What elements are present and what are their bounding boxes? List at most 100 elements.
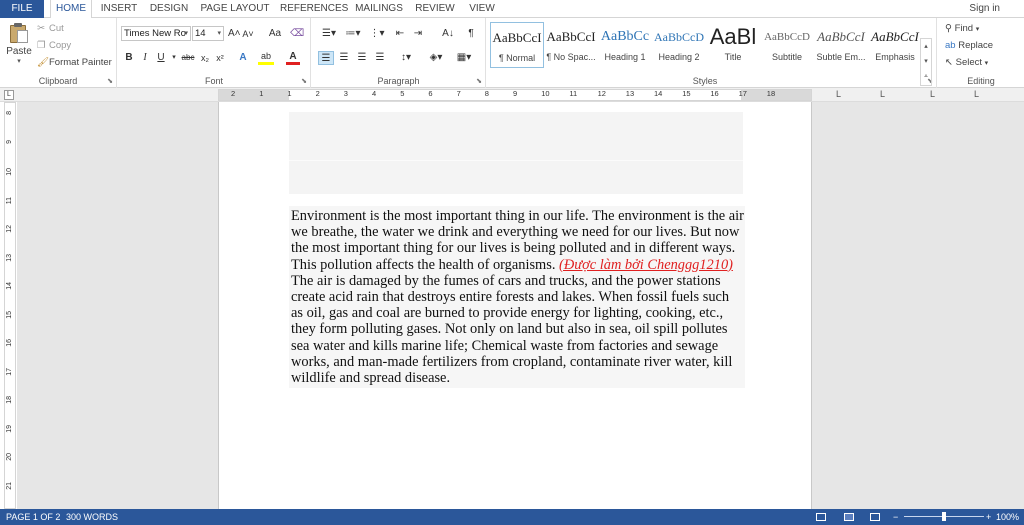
shrink-font-button[interactable]: A˅	[242, 27, 254, 41]
vertical-ruler[interactable]: 8 9 10 11 12 13 14 15 16 17 18 19 20 21	[4, 102, 16, 509]
tabstop-marker: L	[836, 89, 842, 99]
vertical-ruler-number: 13	[6, 253, 13, 262]
style-subtle-emphasis[interactable]: AaBbCcI Subtle Em...	[814, 22, 868, 68]
tab-design[interactable]: DESIGN	[148, 0, 190, 18]
cut-button[interactable]: ✂ Cut	[37, 23, 64, 34]
subscript-button[interactable]: x₂	[199, 51, 211, 65]
zoom-level[interactable]: 100%	[996, 509, 1019, 525]
vertical-ruler-number: 11	[6, 196, 13, 204]
ribbon: Paste ▾ ✂ Cut ❐ Copy 🖌Format Painter Clipb…	[0, 18, 1024, 88]
ruler-number: 18	[766, 89, 776, 98]
ruler-number: 11	[569, 89, 578, 98]
tab-review[interactable]: REVIEW	[414, 0, 456, 18]
more-styles-icon[interactable]: ⩡	[921, 69, 931, 84]
tab-view[interactable]: VIEW	[464, 0, 500, 18]
zoom-slider[interactable]	[904, 512, 984, 521]
clipboard-launcher-icon[interactable]: ⬊	[107, 77, 113, 85]
tab-file[interactable]: FILE	[0, 0, 44, 18]
style-normal[interactable]: AaBbCcI ¶ Normal	[490, 22, 544, 68]
sign-in-link[interactable]: Sign in	[969, 0, 1000, 18]
tab-references[interactable]: REFERENCES	[280, 0, 348, 18]
web-layout-icon[interactable]	[870, 513, 880, 521]
vertical-ruler-number: 8	[6, 111, 13, 115]
zoom-in-button[interactable]: +	[986, 509, 991, 525]
font-launcher-icon[interactable]: ⬊	[301, 77, 307, 85]
tab-insert[interactable]: INSERT	[98, 0, 140, 18]
ruler-number: 17	[738, 89, 747, 98]
superscript-button[interactable]: x²	[214, 51, 226, 65]
tab-selector[interactable]: L	[4, 90, 14, 100]
borders-button[interactable]: ▦▾	[452, 51, 476, 65]
bullets-button[interactable]: ☰▾	[318, 27, 340, 41]
italic-button[interactable]: I	[139, 51, 151, 65]
styles-group-label: Styles	[692, 76, 718, 86]
font-name-combobox[interactable]: Times New Ro ▾	[121, 26, 191, 41]
multilevel-list-button[interactable]: ⋮▾	[366, 27, 388, 41]
horizontal-ruler[interactable]: 2 1 1 2 3 4 5 6 7 8 9 10 11 12 13 14 15 16 17 18	[218, 89, 812, 101]
select-button[interactable]: ↖ Select ▾	[945, 57, 988, 68]
ruler-row: L 2 1 1 2 3 4 5 6 7 8 9 10 11 12 13 14 15 16 17 18 L L L L	[0, 88, 1024, 102]
font-color-button[interactable]: A	[286, 51, 300, 65]
ruler-number: 5	[400, 89, 405, 98]
find-button[interactable]: ⚲ Find ▾	[945, 23, 979, 34]
ruler-number: 15	[682, 89, 691, 98]
highlight-color-button[interactable]: ab	[258, 51, 274, 65]
replace-button[interactable]: ab Replace	[945, 40, 993, 51]
clear-formatting-icon[interactable]: ⌫	[290, 27, 304, 41]
copy-button[interactable]: ❐ Copy	[37, 40, 71, 51]
ruler-number: 4	[372, 89, 377, 98]
text-effects-button[interactable]: A	[236, 51, 250, 65]
numbering-button[interactable]: ≔▾	[342, 27, 364, 41]
zoom-out-button[interactable]: −	[893, 509, 898, 525]
font-size-combobox[interactable]: 14 ▾	[192, 26, 224, 41]
tabstop-marker: L	[974, 89, 980, 99]
tab-page-layout[interactable]: PAGE LAYOUT	[200, 0, 270, 18]
replace-icon: ab	[945, 40, 956, 51]
chevron-down-icon[interactable]: ▾	[921, 54, 931, 69]
read-mode-icon[interactable]	[816, 513, 826, 521]
chevron-up-icon[interactable]: ▴	[921, 39, 931, 54]
line-spacing-button[interactable]: ↕▾	[394, 51, 418, 65]
underline-button[interactable]: U	[155, 51, 167, 65]
scissors-icon: ✂	[37, 23, 45, 34]
paragraph-group-label: Paragraph	[377, 76, 420, 86]
style-subtitle[interactable]: AaBbCcD Subtitle	[760, 22, 814, 68]
document-body-text[interactable]: Environment is the most important thing …	[289, 206, 745, 388]
paragraph-launcher-icon[interactable]: ⬊	[476, 77, 482, 85]
document-page[interactable]: Environment is the most important thing …	[218, 102, 812, 509]
change-case-button[interactable]: Aa	[264, 27, 286, 41]
increase-indent-icon[interactable]: ⇥	[410, 27, 426, 41]
vertical-ruler-number: 19	[6, 424, 13, 433]
tab-home[interactable]: HOME	[50, 0, 92, 19]
bold-button[interactable]: B	[123, 51, 135, 65]
style-no-spacing[interactable]: AaBbCcI ¶ No Spac...	[544, 22, 598, 68]
ruler-number: 10	[541, 89, 550, 98]
align-center-button[interactable]: ☰	[336, 51, 352, 65]
font-group-label: Font	[204, 76, 223, 86]
page-count[interactable]: PAGE 1 OF 2	[6, 509, 60, 525]
justify-button[interactable]: ☰	[372, 51, 388, 65]
strikethrough-button[interactable]: abc	[180, 51, 196, 65]
underline-dropdown-icon[interactable]: ▾	[170, 51, 178, 65]
align-left-button[interactable]: ☰	[318, 51, 334, 65]
decrease-indent-icon[interactable]: ⇤	[392, 27, 408, 41]
format-painter-button[interactable]: 🖌Format Painter	[37, 57, 112, 68]
word-count[interactable]: 300 WORDS	[66, 509, 118, 525]
paste-button[interactable]: Paste ▾	[6, 22, 32, 68]
author-credit-link[interactable]: (Được làm bởi Chenggg1210)	[559, 257, 733, 273]
editing-group-label: Editing	[967, 76, 995, 86]
align-right-button[interactable]: ☰	[354, 51, 370, 65]
style-title[interactable]: AaBl Title	[706, 22, 760, 68]
style-heading-2[interactable]: AaBbCcD Heading 2	[652, 22, 706, 68]
shading-button[interactable]: ◈▾	[424, 51, 448, 65]
show-marks-button[interactable]: ¶	[464, 27, 478, 41]
styles-scrollbar[interactable]: ▴ ▾ ⩡	[920, 38, 932, 86]
tab-mailings[interactable]: MAILINGS	[352, 0, 406, 18]
paste-dropdown-icon[interactable]: ▾	[6, 57, 32, 65]
sort-button[interactable]: A↓	[440, 27, 456, 41]
style-heading-1[interactable]: AaBbCc Heading 1	[598, 22, 652, 68]
print-layout-icon[interactable]	[844, 513, 854, 521]
zoom-slider-thumb[interactable]	[942, 512, 946, 521]
style-emphasis[interactable]: AaBbCcI Emphasis	[868, 22, 922, 68]
grow-font-button[interactable]: A˄	[228, 27, 241, 41]
